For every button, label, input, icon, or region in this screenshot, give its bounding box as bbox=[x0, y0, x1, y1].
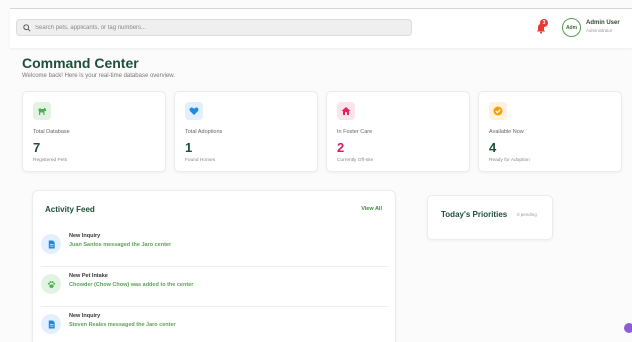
stat-caption: Found Homes bbox=[185, 158, 216, 163]
feed-icon-wrap bbox=[41, 274, 61, 294]
todays-priorities-card: Today's Priorities 0 pending bbox=[427, 195, 553, 240]
document-icon bbox=[48, 319, 55, 329]
check-icon bbox=[493, 106, 503, 116]
search-bar[interactable] bbox=[16, 19, 412, 36]
stat-caption: Ready for Adoption bbox=[489, 158, 530, 163]
stat-icon-wrap bbox=[33, 102, 51, 120]
activity-feed-title: Activity Feed bbox=[45, 205, 95, 214]
stat-label: Total Database bbox=[33, 129, 70, 135]
document-icon bbox=[48, 239, 55, 249]
stat-value: 1 bbox=[185, 140, 193, 155]
notification-button[interactable]: 3 bbox=[536, 19, 548, 34]
priorities-pending-count: 0 pending bbox=[517, 212, 537, 217]
stat-label: Available Now bbox=[489, 129, 524, 135]
view-all-link[interactable]: View All bbox=[361, 206, 382, 212]
feed-item-title: New Inquiry bbox=[69, 313, 101, 319]
chat-fab-button[interactable] bbox=[624, 323, 632, 333]
stat-icon-wrap bbox=[185, 102, 203, 120]
heart-icon bbox=[189, 107, 199, 115]
home-icon bbox=[341, 107, 351, 115]
paw-icon bbox=[47, 280, 55, 288]
search-icon bbox=[23, 23, 31, 32]
stat-card-in-foster-care: In Foster Care 2 Currently Off-site bbox=[326, 91, 470, 172]
stat-card-available-now: Available Now 4 Ready for Adoption bbox=[478, 91, 622, 172]
search-input[interactable] bbox=[35, 24, 395, 31]
notification-badge: 3 bbox=[540, 19, 548, 27]
activity-feed: Activity Feed View All New Inquiry Juan … bbox=[32, 190, 396, 342]
feed-item-description: Steven Reales messaged the Jaro center bbox=[69, 322, 176, 328]
stat-value: 2 bbox=[337, 140, 345, 155]
page-subtitle: Welcome back! Here is your real-time dat… bbox=[22, 73, 175, 79]
stat-value: 7 bbox=[33, 140, 41, 155]
user-name: Admin User bbox=[586, 20, 620, 26]
user-role: Administrator bbox=[586, 28, 613, 33]
stat-card-total-database: Total Database 7 Registered Pets bbox=[22, 91, 166, 172]
feed-item[interactable]: New Inquiry Steven Reales messaged the J… bbox=[41, 311, 389, 342]
stat-label: Total Adoptions bbox=[185, 129, 223, 135]
dog-icon bbox=[38, 107, 46, 115]
feed-item-title: New Inquiry bbox=[69, 233, 101, 239]
feed-icon-wrap bbox=[41, 314, 61, 334]
feed-item-description: Juan Santos messaged the Jaro center bbox=[69, 242, 172, 248]
stat-icon-wrap bbox=[489, 102, 507, 120]
feed-item[interactable]: New Pet Intake Chowder (Chow Chow) was a… bbox=[41, 271, 389, 307]
stat-icon-wrap bbox=[337, 102, 355, 120]
feed-icon-wrap bbox=[41, 234, 61, 254]
feed-item-title: New Pet Intake bbox=[69, 273, 108, 279]
avatar[interactable]: Adm bbox=[562, 18, 581, 37]
stat-value: 4 bbox=[489, 140, 497, 155]
feed-item[interactable]: New Inquiry Juan Santos messaged the Jar… bbox=[41, 231, 389, 267]
stat-caption: Registered Pets bbox=[33, 158, 68, 163]
stat-label: In Foster Care bbox=[337, 129, 373, 135]
stat-card-total-adoptions: Total Adoptions 1 Found Homes bbox=[174, 91, 318, 172]
page-title: Command Center bbox=[22, 55, 139, 71]
top-bar: 3 Adm Admin User Administrator bbox=[10, 8, 632, 48]
stat-caption: Currently Off-site bbox=[337, 158, 374, 163]
feed-item-description: Chowder (Chow Chow) was added to the cen… bbox=[69, 282, 194, 288]
priorities-title: Today's Priorities bbox=[441, 210, 508, 219]
